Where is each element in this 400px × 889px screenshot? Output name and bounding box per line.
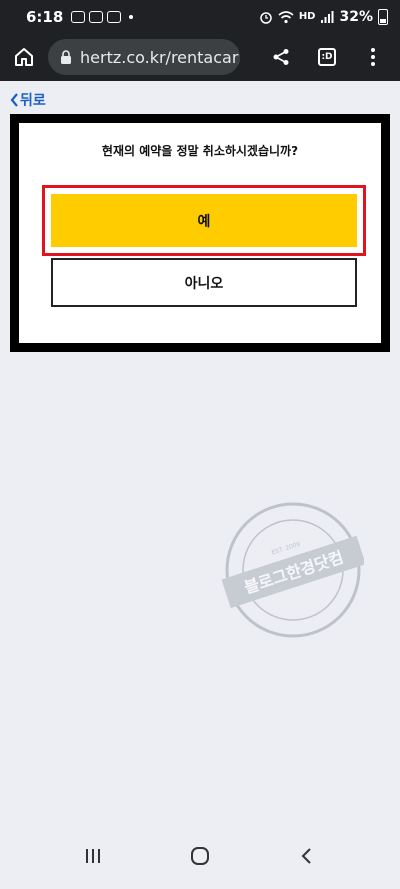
share-button[interactable] [258, 33, 304, 81]
page-content: 뒤로 현재의 예약을 정말 취소하시겠습니까? 예 아니오 블로그한경닷컴 ES… [0, 81, 400, 823]
chat-notification-icon [71, 10, 86, 23]
more-notifications-dot-icon [129, 14, 134, 19]
url-text: hertz.co.kr/rentacar/ [80, 47, 240, 67]
more-options-icon [371, 48, 375, 66]
alarm-icon [260, 11, 272, 24]
network-label: HD [298, 11, 316, 22]
back-nav-button[interactable] [277, 836, 337, 876]
battery-percent: 32% [339, 8, 373, 25]
tab-switcher-button[interactable]: :D [304, 33, 350, 81]
url-field[interactable]: hertz.co.kr/rentacar/ [48, 39, 240, 75]
home-circle-icon [190, 847, 209, 865]
watermark-stamp: 블로그한경닷컴 EST. 2009 [222, 502, 364, 638]
dialog-question: 현재의 예약을 정말 취소하시겠습니까? [101, 144, 299, 158]
status-bar: 6:18 HD 32% [0, 0, 400, 33]
recent-apps-button[interactable] [63, 836, 123, 876]
home-icon [15, 48, 33, 66]
share-icon [273, 49, 289, 65]
back-arrow-icon [301, 848, 311, 864]
status-time: 6:18 [26, 7, 64, 26]
home-nav-button[interactable] [170, 836, 230, 876]
image-notification-icon [89, 10, 104, 23]
browser-toolbar: hertz.co.kr/rentacar/ :D [0, 33, 400, 81]
recent-apps-icon [86, 849, 101, 863]
no-button[interactable]: 아니오 [51, 258, 357, 307]
lock-icon [60, 49, 72, 65]
system-nav-bar [0, 823, 400, 889]
watermark-est: EST. 2009 [271, 541, 302, 557]
tab-count: :D [318, 48, 336, 66]
chevron-left-icon [10, 93, 18, 107]
back-label: 뒤로 [20, 93, 46, 109]
app-notification-icon [107, 10, 122, 23]
menu-button[interactable] [350, 33, 396, 81]
yes-button[interactable]: 예 [51, 194, 357, 247]
home-button[interactable] [0, 33, 48, 81]
back-link[interactable]: 뒤로 [10, 90, 46, 110]
battery-icon [378, 8, 388, 25]
status-right: HD 32% [259, 8, 388, 25]
browser-actions: :D [258, 33, 396, 81]
cancel-confirm-dialog: 현재의 예약을 정말 취소하시겠습니까? 예 아니오 [10, 114, 390, 352]
wifi-icon [278, 10, 294, 23]
signal-icon [321, 10, 334, 23]
notification-icons [71, 10, 134, 23]
